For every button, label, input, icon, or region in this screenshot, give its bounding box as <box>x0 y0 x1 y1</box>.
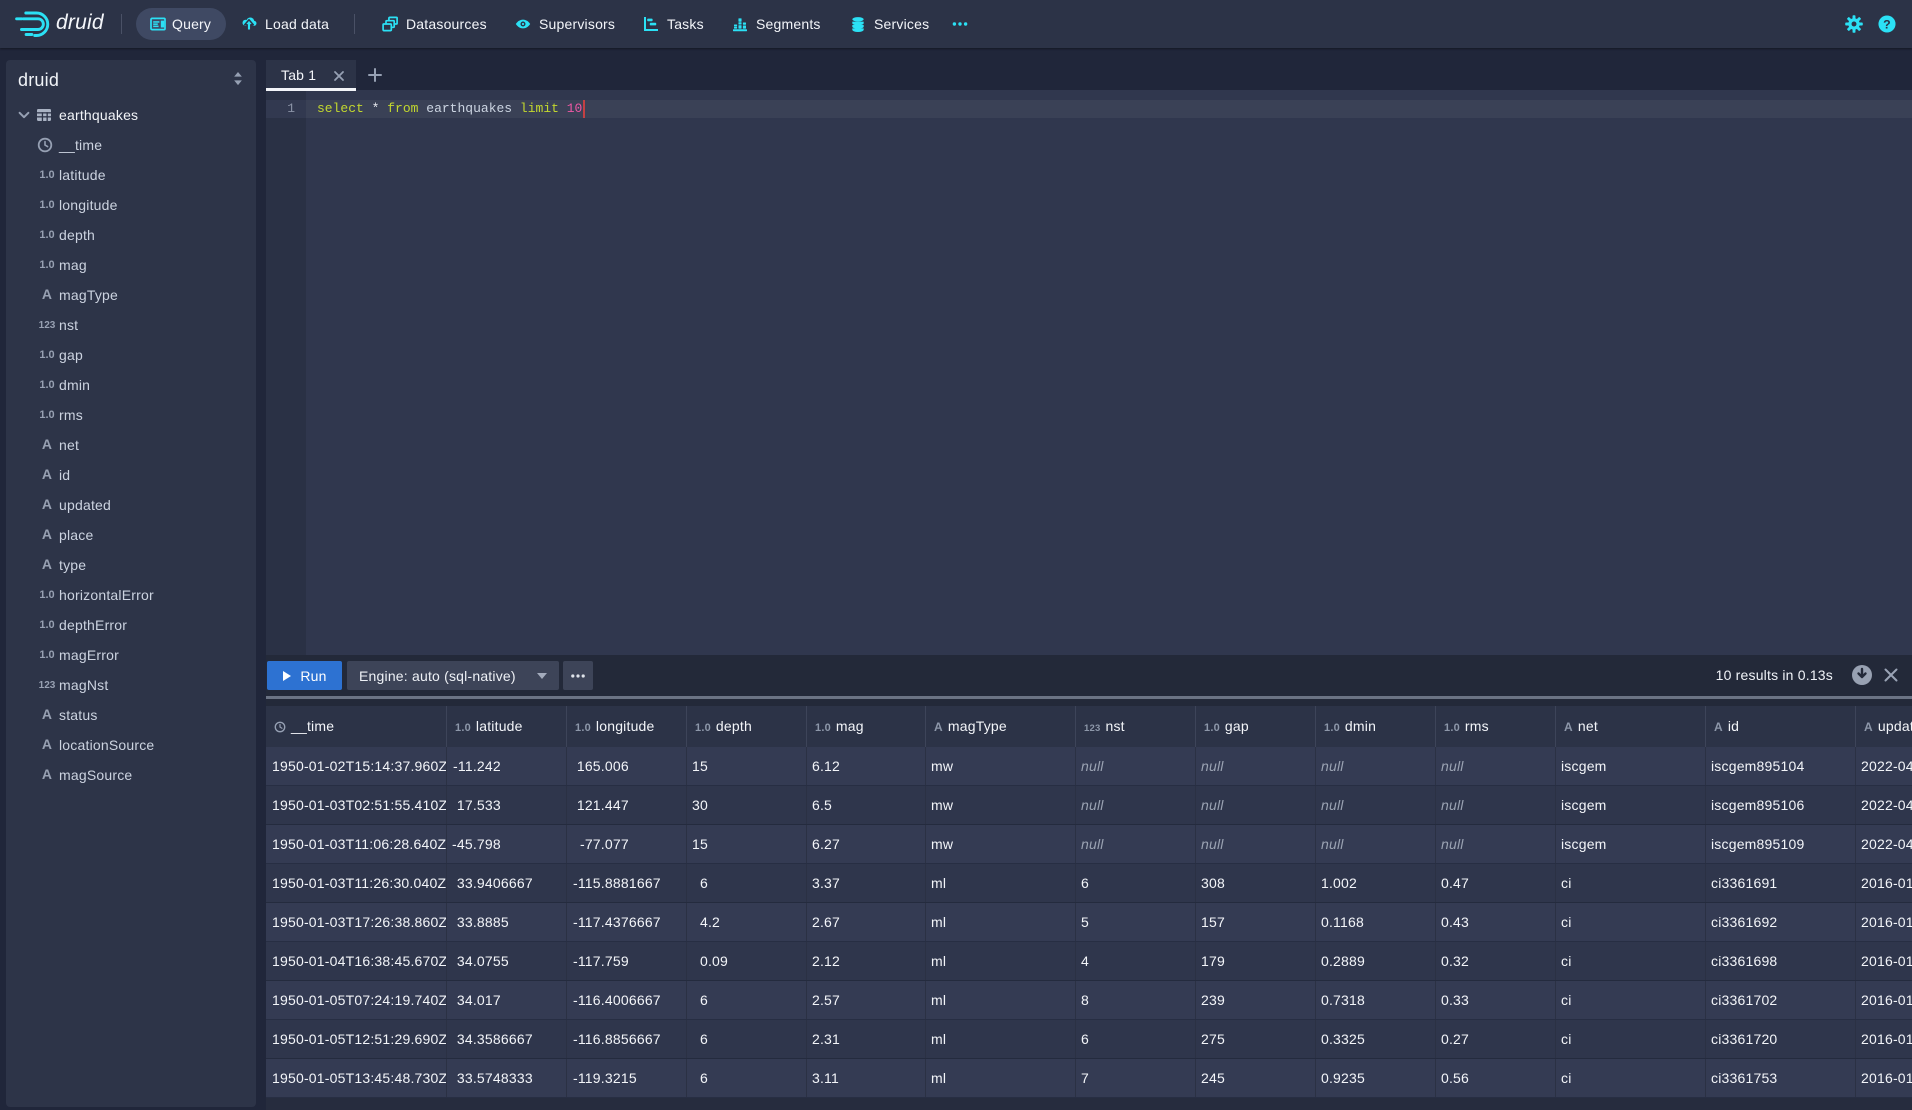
svg-text:?: ? <box>1883 18 1891 32</box>
